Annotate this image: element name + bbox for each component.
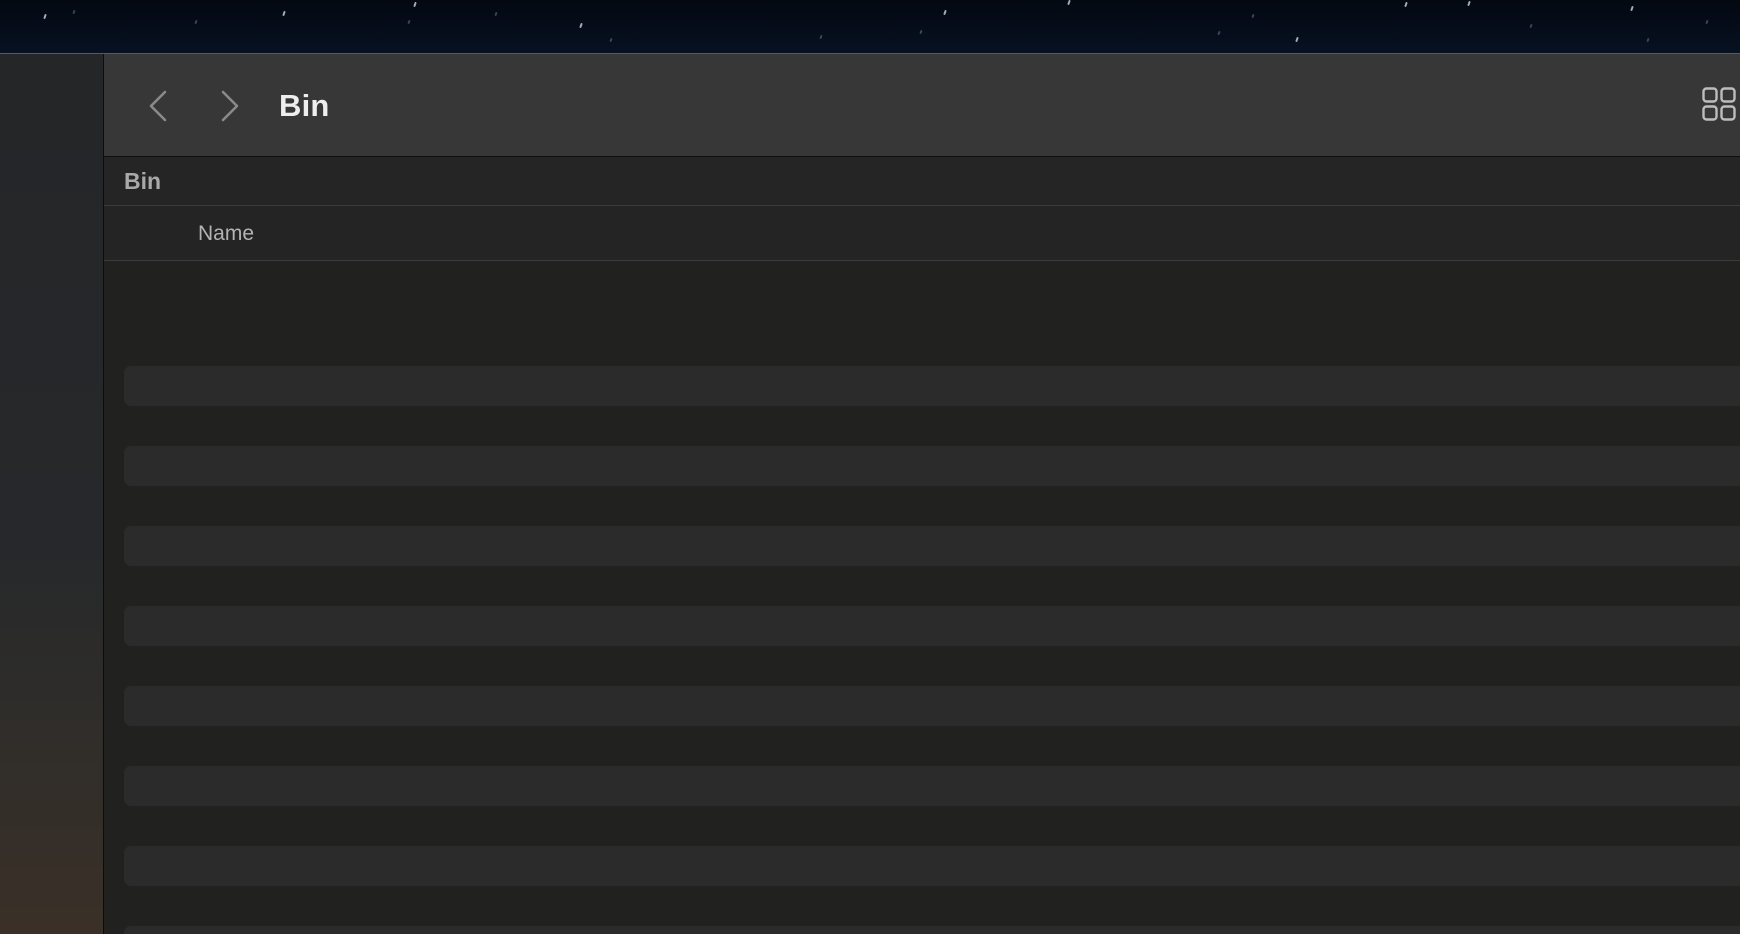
chevron-left-icon — [147, 89, 169, 123]
desktop: Bin Bin Name — [0, 0, 1740, 934]
file-list — [104, 261, 1740, 934]
name-column-header[interactable]: Name — [198, 221, 254, 247]
icon-view-button[interactable] — [1702, 87, 1740, 125]
list-row-stripe — [124, 926, 1740, 934]
window-title: Bin — [279, 88, 330, 123]
finder-sidebar — [0, 54, 104, 934]
list-row-stripe — [124, 606, 1740, 646]
toolbar: Bin — [104, 54, 1740, 157]
list-row-stripe — [124, 526, 1740, 566]
forward-button[interactable] — [210, 84, 250, 128]
column-header: Name — [104, 206, 1740, 261]
path-bar: Bin — [104, 157, 1740, 206]
chevron-right-icon — [219, 89, 241, 123]
list-row-stripe — [124, 446, 1740, 486]
list-row-stripe — [124, 766, 1740, 806]
list-row-stripe — [124, 366, 1740, 406]
finder-window: Bin Bin Name — [104, 54, 1740, 934]
location-label: Bin — [124, 168, 162, 194]
desktop-wallpaper — [0, 0, 1740, 54]
back-button[interactable] — [138, 84, 178, 128]
list-row-stripe — [124, 846, 1740, 886]
grid-view-icon — [1702, 87, 1740, 129]
list-row-stripe — [124, 686, 1740, 726]
